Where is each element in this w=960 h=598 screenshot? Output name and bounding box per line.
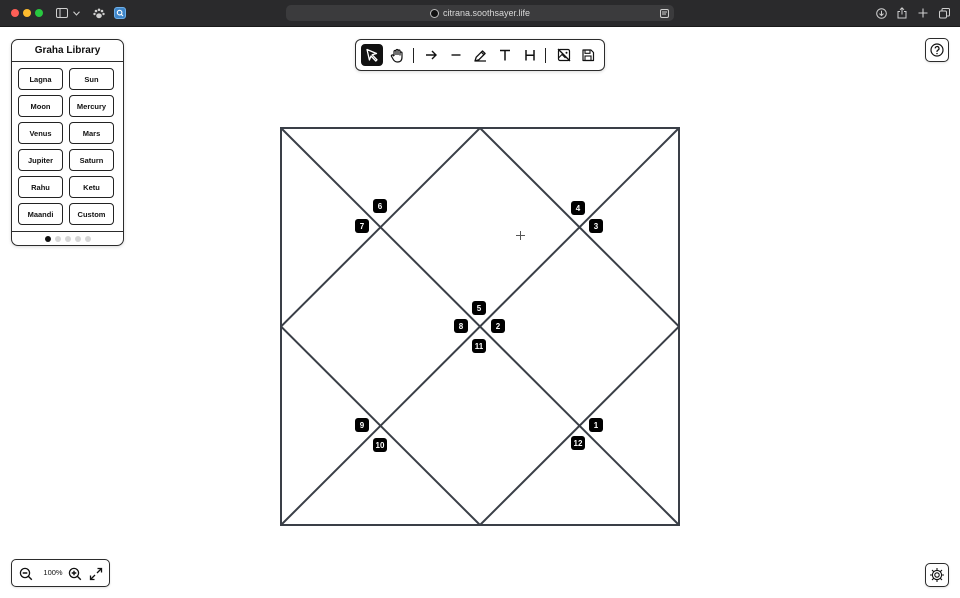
text-tool-button[interactable] [494, 44, 516, 66]
house-label-9[interactable]: 9 [355, 418, 369, 432]
arrow-tool-button[interactable] [420, 44, 442, 66]
new-tab-icon[interactable] [917, 6, 929, 20]
save-icon [582, 49, 595, 62]
hide-image-tool-button[interactable] [553, 44, 575, 66]
save-tool-button[interactable] [577, 44, 599, 66]
maximize-window-button[interactable] [35, 9, 43, 17]
text-icon [500, 49, 510, 61]
line-icon [451, 54, 461, 56]
library-pagination [12, 236, 123, 242]
graha-button-custom[interactable]: Custom [69, 203, 114, 225]
fullscreen-button[interactable] [88, 566, 104, 582]
house-label-4[interactable]: 4 [571, 201, 585, 215]
help-icon [930, 43, 944, 57]
paw-icon[interactable] [92, 6, 106, 20]
house-label-5[interactable]: 5 [472, 301, 486, 315]
help-button[interactable] [925, 38, 949, 62]
house-label-11[interactable]: 11 [472, 339, 486, 353]
zoom-in-button[interactable] [67, 566, 83, 582]
address-bar[interactable]: citrana.soothsayer.life [286, 5, 674, 21]
site-favicon-icon [429, 8, 439, 18]
house-label-10[interactable]: 10 [373, 438, 387, 452]
toolbar-divider [413, 48, 414, 63]
library-title: Graha Library [12, 40, 123, 62]
graha-button-ketu[interactable]: Ketu [69, 176, 114, 198]
zoom-controls: 100% [11, 559, 110, 587]
kundli-chart[interactable] [280, 127, 680, 526]
zoom-out-icon [19, 567, 33, 581]
pen-tool-button[interactable] [469, 44, 491, 66]
house-label-3[interactable]: 3 [589, 219, 603, 233]
hand-tool-button[interactable] [386, 44, 408, 66]
close-window-button[interactable] [11, 9, 19, 17]
downloads-icon[interactable] [875, 6, 887, 20]
gear-icon [930, 568, 944, 582]
graha-button-jupiter[interactable]: Jupiter [18, 149, 63, 171]
expand-icon [89, 567, 103, 581]
image-off-icon [557, 48, 571, 62]
crosshair-cursor-icon [516, 231, 525, 240]
graha-button-venus[interactable]: Venus [18, 122, 63, 144]
drawing-toolbar [355, 39, 605, 71]
zoom-in-icon [68, 567, 82, 581]
settings-button[interactable] [925, 563, 949, 587]
graha-library-panel: Graha Library Lagna Sun Moon Mercury Ven… [11, 39, 124, 246]
house-label-12[interactable]: 12 [571, 436, 585, 450]
select-tool-button[interactable] [361, 44, 383, 66]
page-dot-1[interactable] [44, 236, 51, 242]
url-text: citrana.soothsayer.life [442, 8, 531, 18]
share-icon[interactable] [896, 6, 908, 20]
browser-chrome: citrana.soothsayer.life [0, 0, 960, 27]
page-dot-2[interactable] [54, 236, 61, 242]
house-label-2[interactable]: 2 [491, 319, 505, 333]
chevron-down-icon[interactable] [72, 6, 80, 20]
graha-button-mars[interactable]: Mars [69, 122, 114, 144]
sidebar-toggle-icon[interactable] [55, 6, 69, 20]
line-tool-button[interactable] [445, 44, 467, 66]
arrow-right-icon [426, 50, 437, 60]
house-label-1[interactable]: 1 [589, 418, 603, 432]
house-label-7[interactable]: 7 [355, 219, 369, 233]
page-dot-4[interactable] [74, 236, 81, 242]
zoom-level[interactable]: 100% [41, 568, 65, 577]
pen-icon [473, 49, 486, 62]
toolbar-divider-2 [545, 48, 546, 63]
page-dot-3[interactable] [64, 236, 71, 242]
heading-icon [525, 50, 535, 61]
graha-button-rahu[interactable]: Rahu [18, 176, 63, 198]
minimize-window-button[interactable] [23, 9, 31, 17]
library-divider [12, 231, 123, 232]
graha-button-sun[interactable]: Sun [69, 68, 114, 90]
heading-tool-button[interactable] [519, 44, 541, 66]
tab-overview-icon[interactable] [938, 6, 950, 20]
extension-icon[interactable] [113, 6, 126, 20]
graha-button-moon[interactable]: Moon [18, 95, 63, 117]
graha-button-maandi[interactable]: Maandi [18, 203, 63, 225]
house-label-8[interactable]: 8 [454, 319, 468, 333]
reader-icon[interactable] [658, 6, 670, 20]
graha-button-lagna[interactable]: Lagna [18, 68, 63, 90]
pointer-icon [366, 48, 378, 62]
hand-icon [390, 48, 403, 63]
graha-button-saturn[interactable]: Saturn [69, 149, 114, 171]
house-label-6[interactable]: 6 [373, 199, 387, 213]
page-dot-5[interactable] [84, 236, 91, 242]
library-grid: Lagna Sun Moon Mercury Venus Mars Jupite… [12, 62, 123, 225]
graha-button-mercury[interactable]: Mercury [69, 95, 114, 117]
zoom-out-button[interactable] [18, 566, 34, 582]
